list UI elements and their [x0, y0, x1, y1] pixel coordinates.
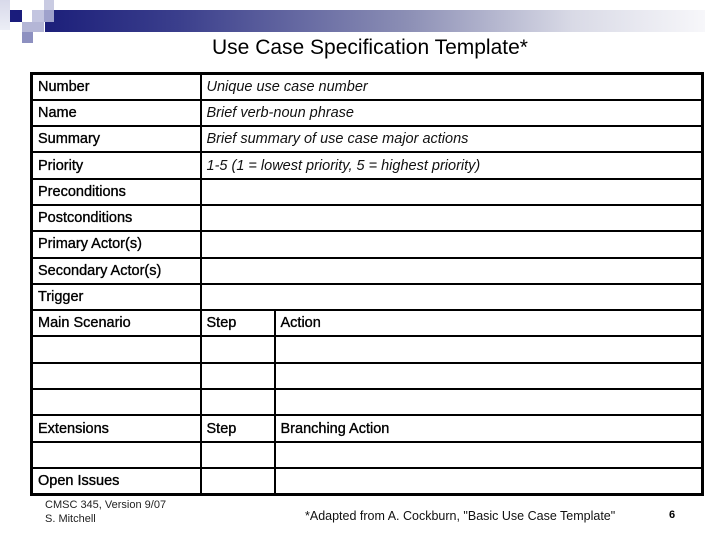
- use-case-spec-table: Number Unique use case number Name Brief…: [30, 72, 704, 496]
- row-value[interactable]: [199, 282, 704, 312]
- row-label: Preconditions: [30, 177, 202, 206]
- extensions-header-row: Extensions Step Branching Action: [30, 414, 704, 443]
- empty-cell[interactable]: [30, 335, 202, 364]
- open-issues-cell[interactable]: [199, 466, 276, 496]
- action-column-header: Action: [273, 309, 704, 338]
- row-value[interactable]: [199, 230, 704, 259]
- main-scenario-row: [30, 361, 704, 391]
- row-value[interactable]: [199, 203, 704, 233]
- row-label: Name: [30, 98, 202, 128]
- footer-attribution: *Adapted from A. Cockburn, "Basic Use Ca…: [305, 509, 616, 523]
- table-row: Summary Brief summary of use case major …: [30, 125, 704, 154]
- empty-cell[interactable]: [30, 361, 202, 391]
- action-cell[interactable]: [273, 361, 704, 391]
- table-row: Name Brief verb-noun phrase: [30, 98, 704, 128]
- row-value[interactable]: [199, 177, 704, 206]
- slide-title: Use Case Specification Template*: [212, 36, 528, 59]
- row-value[interactable]: Brief verb-noun phrase: [199, 98, 704, 128]
- step-cell[interactable]: [199, 440, 276, 469]
- step-cell[interactable]: [199, 361, 276, 391]
- row-label: Number: [30, 72, 202, 101]
- main-scenario-label: Main Scenario: [30, 309, 202, 338]
- main-scenario-row: [30, 335, 704, 364]
- step-column-header: Step: [199, 414, 276, 443]
- main-scenario-header-row: Main Scenario Step Action: [30, 309, 704, 338]
- banner-decor-square: [10, 10, 22, 22]
- table-row: Number Unique use case number: [30, 72, 704, 101]
- table-row: Primary Actor(s): [30, 230, 704, 259]
- table-row: Preconditions: [30, 177, 704, 206]
- row-value[interactable]: 1-5 (1 = lowest priority, 5 = highest pr…: [199, 151, 704, 180]
- row-label: Primary Actor(s): [30, 230, 202, 259]
- empty-cell[interactable]: [30, 440, 202, 469]
- table-row: Trigger: [30, 282, 704, 312]
- banner-decor-square: [44, 0, 54, 10]
- extensions-label: Extensions: [30, 414, 202, 443]
- banner-decor-square: [44, 10, 54, 22]
- table-row: Secondary Actor(s): [30, 256, 704, 285]
- footer-course-info: CMSC 345, Version 9/07 S. Mitchell: [45, 498, 166, 526]
- row-value[interactable]: Unique use case number: [199, 72, 704, 101]
- step-cell[interactable]: [199, 335, 276, 364]
- branching-action-column-header: Branching Action: [273, 414, 704, 443]
- title-banner-bar: [45, 10, 705, 32]
- main-scenario-row: [30, 388, 704, 417]
- extensions-row: [30, 440, 704, 469]
- row-label: Trigger: [30, 282, 202, 312]
- action-cell[interactable]: [273, 335, 704, 364]
- table-row: Postconditions: [30, 203, 704, 233]
- empty-cell[interactable]: [30, 388, 202, 417]
- table-row: Priority 1-5 (1 = lowest priority, 5 = h…: [30, 151, 704, 180]
- row-label: Secondary Actor(s): [30, 256, 202, 285]
- open-issues-cell[interactable]: [273, 466, 704, 496]
- row-label: Postconditions: [30, 203, 202, 233]
- row-label: Priority: [30, 151, 202, 180]
- open-issues-label: Open Issues: [30, 466, 202, 496]
- row-value[interactable]: Brief summary of use case major actions: [199, 125, 704, 154]
- open-issues-row: Open Issues: [30, 466, 704, 496]
- page-number: 6: [669, 509, 676, 521]
- banner-decor-square: [22, 22, 44, 32]
- step-column-header: Step: [199, 309, 276, 338]
- action-cell[interactable]: [273, 388, 704, 417]
- footer-course: CMSC 345, Version 9/07: [45, 499, 167, 511]
- banner-decor-square: [0, 0, 10, 30]
- row-label: Summary: [30, 125, 202, 154]
- row-value[interactable]: [199, 256, 704, 285]
- footer-author: S. Mitchell: [45, 513, 96, 525]
- branching-action-cell[interactable]: [273, 440, 704, 469]
- step-cell[interactable]: [199, 388, 276, 417]
